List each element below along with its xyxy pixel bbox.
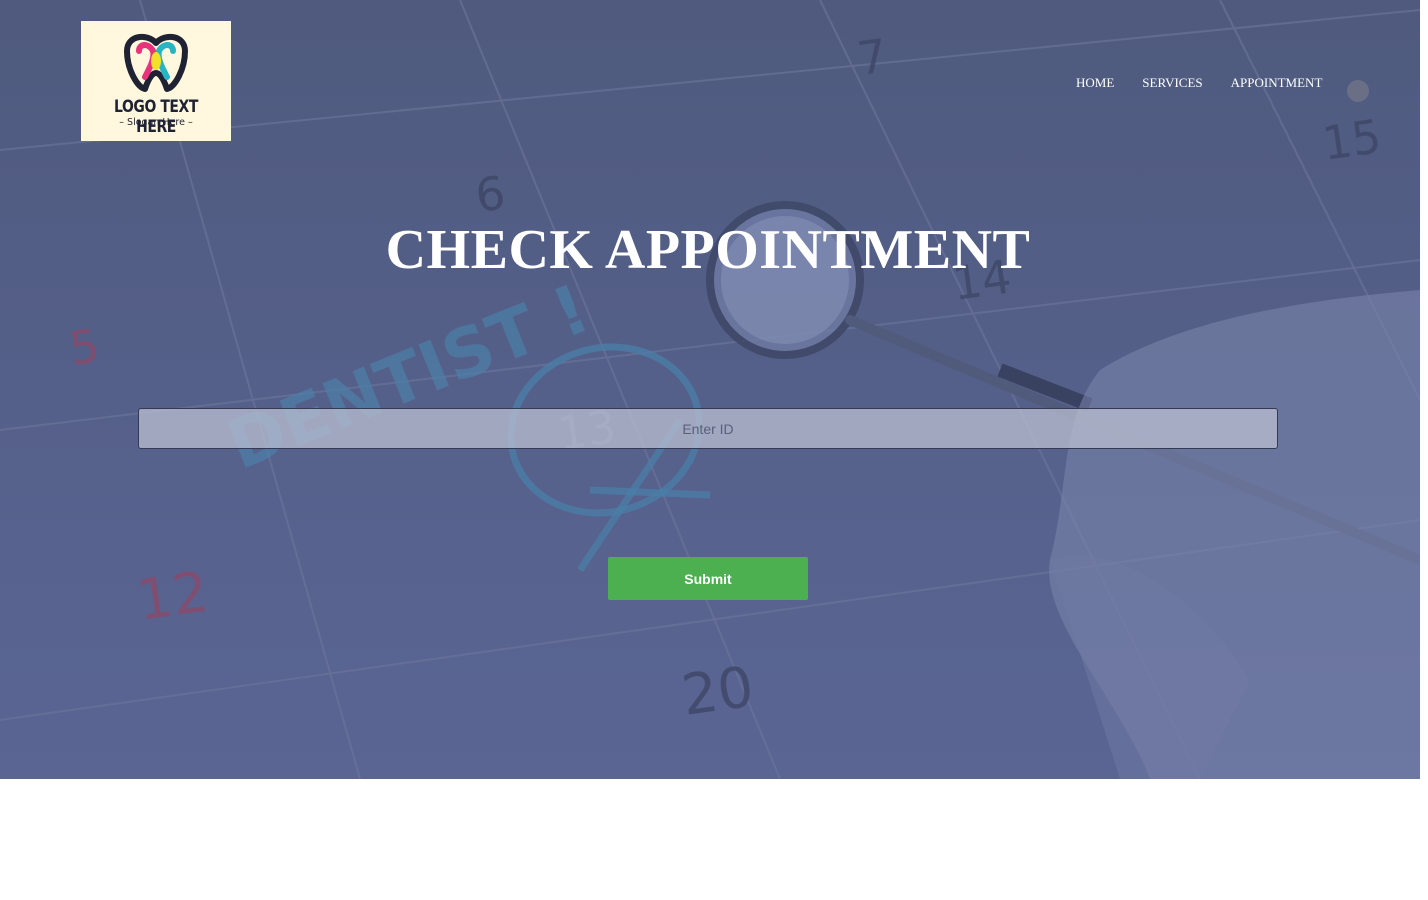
calendar-number: 7 — [854, 28, 891, 86]
calendar-number: 6 — [472, 165, 509, 223]
nav-link-appointment[interactable]: APPOINTMENT — [1217, 74, 1337, 92]
calendar-number: 20 — [678, 655, 758, 729]
appointment-id-input[interactable] — [138, 408, 1278, 449]
page-footer-space — [0, 779, 1428, 900]
calendar-number: 5 — [66, 318, 103, 376]
nav-link-services[interactable]: SERVICES — [1128, 74, 1216, 92]
calendar-number: 12 — [133, 560, 213, 634]
submit-button[interactable]: Submit — [608, 557, 808, 600]
handwritten-dentist-text: DENTIST ! — [217, 270, 600, 486]
logo-slogan: – Slogan Here – — [119, 117, 193, 128]
calendar-number: 15 — [1319, 109, 1384, 171]
page-title: CHECK APPOINTMENT — [385, 219, 1031, 281]
main-nav: HOME SERVICES APPOINTMENT — [1062, 74, 1336, 92]
nav-link-home[interactable]: HOME — [1062, 74, 1128, 92]
logo[interactable]: LOGO TEXT HERE – Slogan Here – — [81, 21, 231, 141]
tooth-logo-icon — [124, 33, 188, 92]
hero-section: 7 6 5 14 15 13 12 20 DENTIST ! LOGO TEXT… — [0, 0, 1420, 779]
